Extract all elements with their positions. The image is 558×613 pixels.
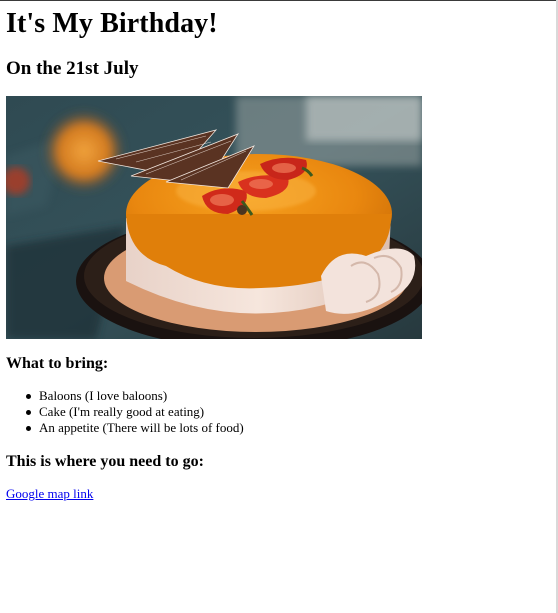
window-top-border [0,0,558,1]
list-item: Cake (I'm really good at eating) [26,404,244,420]
google-map-link[interactable]: Google map link [6,486,93,502]
location-heading: This is where you need to go: [6,453,204,470]
page-title: It's My Birthday! [6,8,218,39]
cake-image [6,96,422,339]
list-item: Baloons (I love baloons) [26,388,244,404]
page-subtitle: On the 21st July [6,58,139,79]
what-to-bring-heading: What to bring: [6,355,109,372]
list-item: An appetite (There will be lots of food) [26,420,244,435]
bring-list: Baloons (I love baloons) Cake (I'm reall… [6,388,244,436]
